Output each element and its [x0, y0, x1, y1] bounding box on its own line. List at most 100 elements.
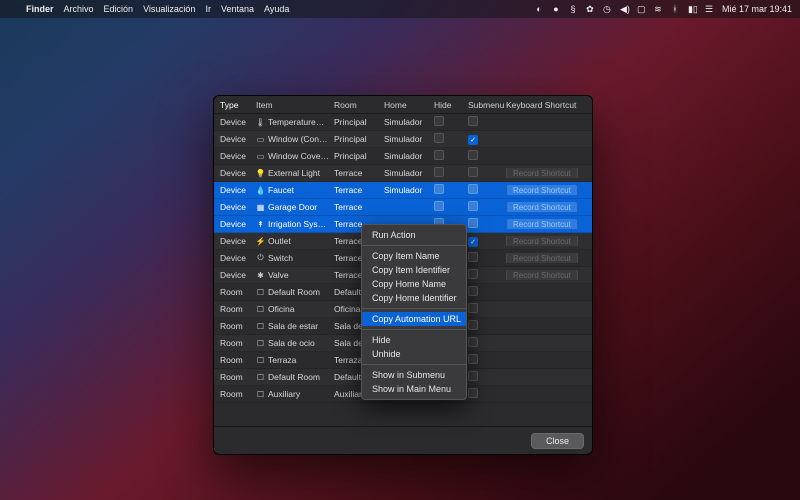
- context-menu-item[interactable]: Unhide: [362, 347, 466, 361]
- cell-shortcut: Record Shortcut: [506, 236, 586, 246]
- cell-type: Device: [220, 202, 256, 212]
- submenu-checkbox[interactable]: [468, 269, 478, 279]
- menu-edicion[interactable]: Edición: [104, 4, 134, 14]
- table-row[interactable]: Device🌡Temperature…PrincipalSimulador: [214, 114, 592, 131]
- table-row[interactable]: Device💡External LightTerraceSimuladorRec…: [214, 165, 592, 182]
- hide-checkbox[interactable]: [434, 167, 444, 177]
- wave-icon[interactable]: §: [569, 4, 577, 14]
- context-menu-item[interactable]: Hide: [362, 333, 466, 347]
- cell-submenu: [468, 354, 506, 366]
- submenu-checkbox[interactable]: [468, 303, 478, 313]
- submenu-checkbox[interactable]: [468, 337, 478, 347]
- cell-item: 🌡Temperature…: [256, 117, 334, 127]
- context-menu-item[interactable]: Copy Item Identifier: [362, 263, 466, 277]
- hide-checkbox[interactable]: [434, 184, 444, 194]
- context-menu-item[interactable]: Copy Item Name: [362, 249, 466, 263]
- submenu-checkbox[interactable]: [468, 388, 478, 398]
- control-center-icon[interactable]: ☰: [705, 4, 713, 15]
- cell-room: Principal: [334, 151, 384, 161]
- clock-icon[interactable]: ◷: [603, 4, 611, 15]
- item-type-icon: ▭: [256, 152, 265, 161]
- record-shortcut-button[interactable]: Record Shortcut: [506, 202, 578, 212]
- col-hide[interactable]: Hide: [434, 100, 468, 110]
- bluetooth-icon[interactable]: ᚼ: [671, 4, 679, 14]
- item-label: Irrigation Sys…: [268, 219, 326, 229]
- close-button[interactable]: Close: [531, 433, 584, 449]
- table-row[interactable]: Device▭Window Cove…PrincipalSimulador: [214, 148, 592, 165]
- context-menu-item[interactable]: Copy Home Identifier: [362, 291, 466, 305]
- cell-hide: [434, 150, 468, 162]
- submenu-checkbox[interactable]: [468, 218, 478, 228]
- item-label: Default Room: [268, 372, 320, 382]
- menu-ventana[interactable]: Ventana: [221, 4, 254, 14]
- item-type-icon: ✱: [256, 271, 265, 280]
- hide-checkbox[interactable]: [434, 201, 444, 211]
- context-menu-item[interactable]: Run Action: [362, 228, 466, 242]
- cell-submenu: [468, 167, 506, 179]
- col-item[interactable]: Item: [256, 100, 334, 110]
- submenu-checkbox[interactable]: [468, 371, 478, 381]
- record-shortcut-button[interactable]: Record Shortcut: [506, 236, 578, 246]
- col-room[interactable]: Room: [334, 100, 384, 110]
- item-type-icon: ☐: [256, 373, 265, 382]
- menu-ir[interactable]: Ir: [205, 4, 211, 14]
- submenu-checkbox[interactable]: [468, 354, 478, 364]
- context-menu-item[interactable]: Show in Main Menu: [362, 382, 466, 396]
- submenu-checkbox[interactable]: [468, 201, 478, 211]
- battery-icon[interactable]: ▮▯: [688, 4, 696, 15]
- item-type-icon: 💡: [256, 169, 265, 178]
- wifi-icon[interactable]: ≋: [654, 4, 662, 15]
- cell-item: ☐Terraza: [256, 355, 334, 365]
- hide-checkbox[interactable]: [434, 116, 444, 126]
- submenu-checkbox[interactable]: ✓: [468, 237, 478, 247]
- cell-item: ☐Sala de estar: [256, 321, 334, 331]
- cell-home: Simulador: [384, 185, 434, 195]
- menubar-clock[interactable]: Mié 17 mar 19:41: [722, 4, 792, 14]
- cell-item: ▦Garage Door: [256, 202, 334, 212]
- col-home[interactable]: Home: [384, 100, 434, 110]
- item-type-icon: ☐: [256, 339, 265, 348]
- col-type[interactable]: Type: [220, 100, 256, 110]
- submenu-checkbox[interactable]: [468, 286, 478, 296]
- spotify-icon[interactable]: ●: [552, 4, 560, 14]
- cell-item: ☐Default Room: [256, 372, 334, 382]
- hide-checkbox[interactable]: [434, 150, 444, 160]
- table-row[interactable]: Device▭Window (Con…PrincipalSimulador✓: [214, 131, 592, 148]
- app-menu[interactable]: Finder: [26, 4, 54, 14]
- submenu-checkbox[interactable]: [468, 150, 478, 160]
- menu-ayuda[interactable]: Ayuda: [264, 4, 289, 14]
- item-type-icon: ⏻: [256, 254, 265, 263]
- record-shortcut-button[interactable]: Record Shortcut: [506, 219, 578, 229]
- status-icon[interactable]: ◐: [535, 4, 543, 14]
- record-shortcut-button[interactable]: Record Shortcut: [506, 270, 578, 280]
- record-shortcut-button[interactable]: Record Shortcut: [506, 168, 578, 178]
- cell-type: Device: [220, 168, 256, 178]
- table-row[interactable]: Device▦Garage DoorTerraceRecord Shortcut: [214, 199, 592, 216]
- volume-icon[interactable]: ◀): [620, 4, 628, 15]
- submenu-checkbox[interactable]: [468, 116, 478, 126]
- submenu-checkbox[interactable]: [468, 184, 478, 194]
- context-menu-item[interactable]: Show in Submenu: [362, 368, 466, 382]
- cell-type: Room: [220, 389, 256, 399]
- item-label: Oficina: [268, 304, 294, 314]
- cell-hide: [434, 116, 468, 128]
- menu-archivo[interactable]: Archivo: [64, 4, 94, 14]
- record-shortcut-button[interactable]: Record Shortcut: [506, 253, 578, 263]
- gear-icon[interactable]: ✿: [586, 4, 594, 15]
- submenu-checkbox[interactable]: ✓: [468, 135, 478, 145]
- display-icon[interactable]: ▢: [637, 4, 645, 15]
- hide-checkbox[interactable]: [434, 133, 444, 143]
- cell-item: ⏻Switch: [256, 253, 334, 263]
- context-menu-item[interactable]: Copy Home Name: [362, 277, 466, 291]
- menu-visualizacion[interactable]: Visualización: [143, 4, 195, 14]
- col-shortcut[interactable]: Keyboard Shortcut: [506, 100, 586, 110]
- table-row[interactable]: Device💧FaucetTerraceSimuladorRecord Shor…: [214, 182, 592, 199]
- cell-shortcut: Record Shortcut: [506, 219, 586, 229]
- submenu-checkbox[interactable]: [468, 252, 478, 262]
- col-submenu[interactable]: Submenu: [468, 100, 506, 110]
- submenu-checkbox[interactable]: [468, 167, 478, 177]
- context-menu-item[interactable]: Copy Automation URL: [362, 312, 466, 326]
- submenu-checkbox[interactable]: [468, 320, 478, 330]
- record-shortcut-button[interactable]: Record Shortcut: [506, 185, 578, 195]
- item-label: Window (Con…: [268, 134, 328, 144]
